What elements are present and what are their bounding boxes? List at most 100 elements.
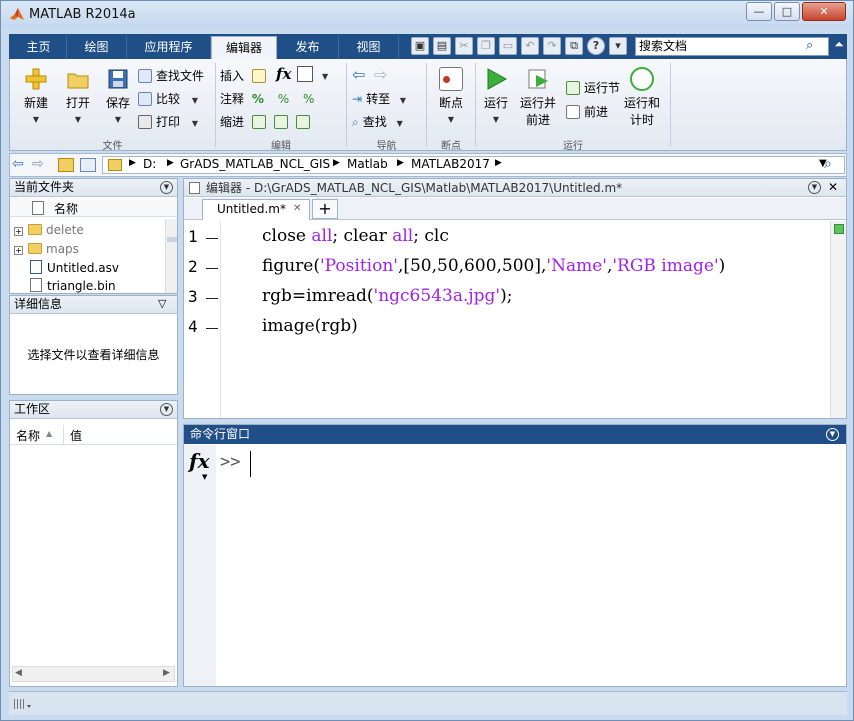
smart-indent-icon bbox=[251, 115, 266, 129]
scroll-right-icon[interactable]: ▶ bbox=[163, 668, 170, 678]
run-section-label: 运行节 bbox=[584, 81, 621, 95]
quick-save-icon[interactable]: ▤ bbox=[433, 37, 451, 55]
back-arrow-icon[interactable]: ⇦ bbox=[352, 65, 365, 84]
editor-tab-untitled[interactable]: Untitled.m* ✕ bbox=[202, 199, 310, 220]
workspace-actions-icon[interactable]: ▼ bbox=[160, 403, 173, 416]
quick-switch-window-icon[interactable]: ⧉ bbox=[565, 37, 583, 55]
file-row-maps[interactable]: + maps bbox=[14, 240, 79, 258]
breakpoint-marker[interactable] bbox=[206, 298, 218, 299]
crumb-folder-2[interactable]: Matlab bbox=[347, 157, 388, 171]
find-files-button[interactable]: 查找文件 bbox=[138, 67, 204, 85]
workspace-value-column[interactable]: 值 bbox=[70, 427, 82, 444]
run-time-clock-icon bbox=[630, 67, 654, 91]
code-line[interactable]: figure('Position',[50,50,600,500],'Name'… bbox=[262, 256, 725, 276]
forward-arrow-icon[interactable]: ⇨ bbox=[374, 65, 387, 84]
search-documentation-input[interactable]: 搜索文档 bbox=[635, 37, 829, 56]
new-button[interactable]: 新建 ▼ bbox=[16, 67, 56, 125]
name-column-header[interactable]: 名称 bbox=[54, 200, 78, 217]
indent-button[interactable]: 缩进 bbox=[220, 113, 314, 131]
quick-cut-icon[interactable]: ✂ bbox=[455, 37, 473, 55]
file-row-delete[interactable]: + delete bbox=[14, 221, 84, 239]
insert-section-icon[interactable] bbox=[297, 66, 313, 82]
expand-icon[interactable]: + bbox=[14, 246, 23, 255]
quick-redo-icon[interactable]: ↷ bbox=[543, 37, 561, 55]
tab-apps[interactable]: 应用程序 bbox=[127, 36, 211, 59]
command-window-actions-icon[interactable]: ▼ bbox=[826, 428, 839, 441]
workspace-name-column[interactable]: 名称 bbox=[16, 427, 40, 444]
scroll-left-icon[interactable]: ◀ bbox=[15, 668, 22, 678]
editor-actions-icon[interactable]: ▼ bbox=[808, 181, 821, 194]
maximize-button[interactable]: □ bbox=[774, 2, 800, 21]
code-line[interactable]: image(rgb) bbox=[262, 316, 358, 336]
tab-publish[interactable]: 发布 bbox=[277, 36, 339, 59]
ribbon-separator bbox=[215, 63, 216, 147]
address-forward-icon[interactable]: ⇨ bbox=[32, 156, 44, 172]
details-collapse-icon[interactable]: ▽ bbox=[158, 297, 166, 310]
save-button[interactable]: 保存 ▼ bbox=[98, 67, 138, 125]
new-tab-button[interactable]: + bbox=[312, 199, 338, 219]
folder-icon bbox=[28, 224, 42, 235]
edit-more-dropdown[interactable]: ▼ bbox=[322, 68, 328, 82]
quick-dropdown-icon[interactable]: ▾ bbox=[609, 37, 627, 55]
tab-editor[interactable]: 编辑器 bbox=[211, 36, 277, 59]
run-and-advance-button[interactable]: 运行并 前进 bbox=[510, 67, 566, 128]
workspace-header: 工作区 bbox=[10, 401, 177, 419]
code-line[interactable]: close all; clear all; clc bbox=[262, 226, 449, 246]
search-icon[interactable]: ⌕ bbox=[806, 38, 813, 53]
collapse-ribbon-icon[interactable]: ⏶ bbox=[831, 37, 847, 55]
fx-dropdown-icon[interactable]: ▼ bbox=[202, 473, 207, 481]
quick-copy-icon[interactable]: ❐ bbox=[477, 37, 495, 55]
run-and-time-button[interactable]: 运行和 计时 bbox=[622, 67, 662, 128]
find-button[interactable]: ⌕ 查找 ▼ bbox=[352, 113, 403, 131]
up-one-level-icon[interactable] bbox=[58, 158, 74, 172]
compare-button[interactable]: 比较 ▼ bbox=[138, 90, 198, 108]
command-input-area[interactable]: fx ▼ >> bbox=[184, 445, 846, 686]
crumb-folder-1[interactable]: GrADS_MATLAB_NCL_GIS bbox=[180, 157, 330, 171]
current-folder-actions-icon[interactable]: ▼ bbox=[160, 181, 173, 194]
minimize-button[interactable]: — bbox=[746, 2, 772, 21]
browse-folder-icon[interactable] bbox=[80, 158, 96, 172]
print-label: 打印 bbox=[156, 115, 181, 129]
insert-button[interactable]: 插入 bbox=[220, 67, 270, 85]
address-search-icon[interactable]: ⌕ bbox=[824, 156, 832, 172]
help-icon[interactable]: ? bbox=[587, 37, 605, 55]
file-row-untitled-asv[interactable]: Untitled.asv bbox=[30, 259, 119, 277]
print-button[interactable]: 打印 ▼ bbox=[138, 113, 198, 131]
code-analyzer-status-icon[interactable] bbox=[834, 224, 844, 234]
fx-function-browser-icon[interactable]: fx bbox=[189, 449, 210, 473]
file-list-scrollbar[interactable] bbox=[165, 219, 177, 293]
quick-paste-icon[interactable]: ▭ bbox=[499, 37, 517, 55]
close-window-button[interactable]: ✕ bbox=[802, 2, 846, 21]
goto-button[interactable]: ⇥ 转至 ▼ bbox=[352, 90, 406, 108]
tab-home[interactable]: 主页 bbox=[11, 36, 67, 59]
quick-undo-icon[interactable]: ↶ bbox=[521, 37, 539, 55]
advance-icon bbox=[566, 105, 580, 119]
breakpoint-marker[interactable] bbox=[206, 238, 218, 239]
address-back-icon[interactable]: ⇦ bbox=[12, 156, 24, 172]
tab-view[interactable]: 视图 bbox=[339, 36, 399, 59]
breakpoints-group-label: 断点 bbox=[441, 141, 461, 152]
status-bar-grip-icon[interactable] bbox=[13, 696, 31, 710]
expand-icon[interactable]: + bbox=[14, 227, 23, 236]
tab-plots[interactable]: 绘图 bbox=[67, 36, 127, 59]
run-section-button[interactable]: 运行节 bbox=[566, 79, 620, 97]
quick-new-icon[interactable]: ▣ bbox=[411, 37, 429, 55]
crumb-drive[interactable]: D: bbox=[143, 157, 156, 171]
crumb-folder-3[interactable]: MATLAB2017 bbox=[411, 157, 490, 171]
breakpoint-marker[interactable] bbox=[206, 328, 218, 329]
breakpoint-marker[interactable] bbox=[206, 268, 218, 269]
advance-button[interactable]: 前进 bbox=[566, 103, 608, 121]
workspace-horizontal-scrollbar[interactable]: ◀ ▶ bbox=[12, 666, 175, 682]
open-button[interactable]: 打开 ▼ bbox=[58, 67, 98, 125]
breakpoints-button[interactable]: 断点 ▼ bbox=[428, 67, 474, 125]
file-row-triangle-bin[interactable]: triangle.bin bbox=[30, 277, 116, 295]
close-tab-icon[interactable]: ✕ bbox=[293, 203, 301, 214]
code-area[interactable]: 1 close all; clear all; clc 2 figure('Posit… bbox=[184, 221, 830, 418]
path-field[interactable]: ▶ D: ▶ GrADS_MATLAB_NCL_GIS ▶ Matlab ▶ M… bbox=[102, 156, 845, 174]
code-line[interactable]: rgb=imread('ngc6543a.jpg'); bbox=[262, 286, 512, 306]
comment-button[interactable]: 注释 % % % bbox=[220, 90, 314, 108]
fx-insert-function-icon[interactable]: fx bbox=[276, 65, 291, 83]
close-editor-icon[interactable]: ✕ bbox=[828, 180, 838, 194]
line-number: 1 bbox=[188, 227, 198, 246]
code-text: ; clc bbox=[413, 226, 449, 246]
